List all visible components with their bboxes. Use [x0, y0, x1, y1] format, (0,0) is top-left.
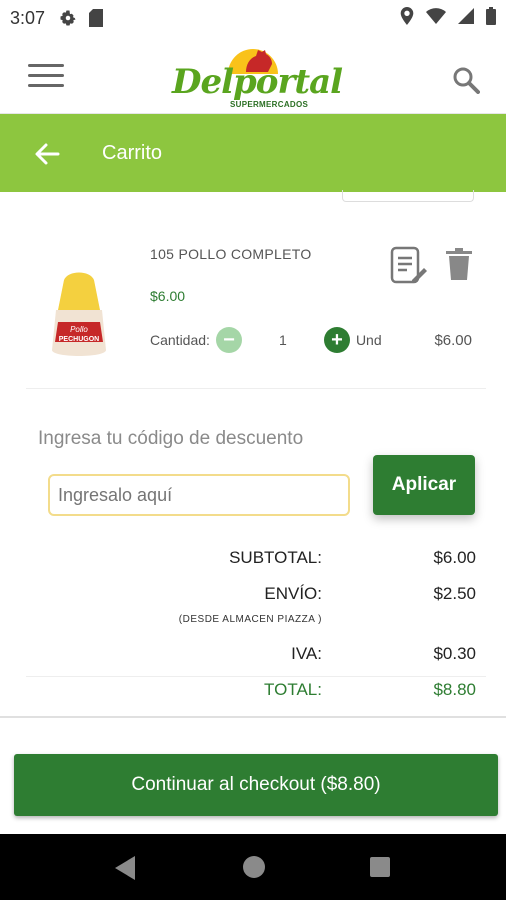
discount-label: Ingresa tu código de descuento	[38, 428, 304, 449]
tax-value: $0.30	[433, 644, 476, 663]
sd-card-icon	[89, 9, 104, 27]
product-price: $6.00	[150, 288, 186, 304]
tax-label: IVA:	[291, 644, 322, 663]
line-total: $6.00	[434, 331, 472, 349]
shipping-row: ENVÍO: $2.50	[0, 584, 506, 608]
delportal-logo[interactable]: Delportal SUPERMERCADOS	[172, 42, 343, 112]
shipping-note: (DESDE ALMACEN PIAZZA )	[178, 614, 322, 625]
product-name: 105 POLLO COMPLETO	[150, 246, 312, 262]
menu-icon[interactable]	[28, 64, 64, 88]
checkout-button[interactable]: Continuar al checkout ($8.80)	[14, 754, 498, 816]
subtotal-value: $6.00	[433, 548, 476, 567]
status-time: 3:07	[10, 7, 46, 28]
shipping-value: $2.50	[433, 584, 476, 603]
quantity-label: Cantidad:	[150, 332, 210, 348]
logo-text: Delportal	[172, 62, 343, 102]
scrolled-element-edge	[342, 190, 474, 202]
battery-icon	[486, 6, 496, 30]
cart-item: Pollo PECHUGON 105 POLLO COMPLETO $6.00 …	[0, 226, 506, 386]
logo-subtitle: SUPERMERCADOS	[230, 100, 309, 109]
wifi-icon	[426, 7, 446, 29]
page-title: Carrito	[102, 142, 163, 164]
trash-icon[interactable]	[446, 248, 472, 280]
shipping-label: ENVÍO:	[264, 584, 322, 603]
nav-home-icon[interactable]	[243, 856, 265, 878]
tax-row: IVA: $0.30	[0, 644, 506, 668]
location-icon	[400, 6, 414, 30]
nav-recents-icon[interactable]	[370, 857, 390, 877]
quantity-row: Cantidad: − 1 + Und $6.00	[150, 326, 480, 354]
title-bar: Carrito	[0, 114, 506, 192]
signal-icon	[458, 7, 474, 29]
divider	[26, 676, 486, 677]
settings-icon	[59, 9, 77, 27]
total-value: $8.80	[433, 680, 476, 699]
svg-text:Pollo: Pollo	[70, 325, 88, 334]
search-icon[interactable]	[452, 66, 480, 94]
back-arrow-icon[interactable]	[34, 142, 60, 166]
decrease-quantity-button[interactable]: −	[215, 327, 242, 353]
system-nav-bar	[0, 834, 506, 900]
product-image: Pollo PECHUGON	[44, 270, 114, 362]
unit-label: Und	[355, 332, 382, 348]
nav-back-icon[interactable]	[115, 856, 137, 880]
order-totals: SUBTOTAL: $6.00 ENVÍO: $2.50 (DESDE ALMA…	[0, 540, 506, 710]
total-label: TOTAL:	[264, 680, 322, 699]
app-header: Delportal SUPERMERCADOS	[0, 36, 506, 114]
total-row: TOTAL: $8.80	[0, 680, 506, 704]
section-divider	[0, 716, 506, 718]
quantity-value: 1	[279, 332, 287, 348]
edit-note-icon[interactable]	[390, 246, 428, 286]
divider	[26, 388, 486, 389]
status-bar: 3:07	[0, 0, 506, 36]
svg-text:PECHUGON: PECHUGON	[59, 336, 99, 343]
subtotal-label: SUBTOTAL:	[229, 548, 322, 567]
increase-quantity-button[interactable]: +	[323, 327, 350, 353]
apply-discount-button[interactable]: Aplicar	[373, 455, 475, 515]
discount-code-input[interactable]	[48, 474, 350, 516]
subtotal-row: SUBTOTAL: $6.00	[0, 548, 506, 572]
